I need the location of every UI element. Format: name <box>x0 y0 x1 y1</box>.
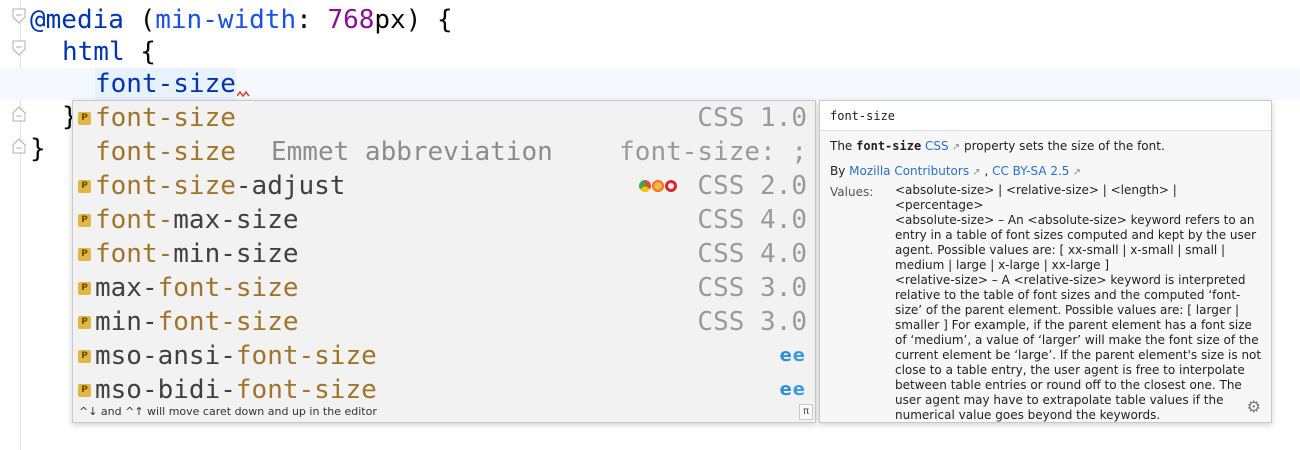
external-link-icon: ↗ <box>1069 167 1081 178</box>
completion-item-label: min-font-size <box>95 307 299 337</box>
media-feature: min-width <box>155 5 297 35</box>
completion-item-type: CSS 2.0 <box>697 171 807 201</box>
external-link-icon: ↗ <box>969 167 981 178</box>
completion-item[interactable]: font-size Emmet abbreviation font-size: ; <box>73 135 815 169</box>
selector: html <box>62 37 125 67</box>
media-value-number: 768 <box>327 5 375 35</box>
documentation-popup: font-size The font-size CSS ↗ property s… <box>819 100 1272 423</box>
ie-icon: e <box>779 345 792 366</box>
completion-item-type: CSS 3.0 <box>697 307 807 337</box>
completion-item-label: font-size-adjust <box>95 171 346 201</box>
css-link[interactable]: CSS <box>925 139 949 153</box>
at-rule-keyword: @media <box>30 5 124 35</box>
completion-hint: ^↓ and ^↑ will move caret down and up in… <box>73 402 815 422</box>
completion-item-type: CSS 3.0 <box>697 273 807 303</box>
error-squiggle <box>237 90 250 98</box>
completion-item-label: font-size <box>95 137 236 167</box>
completion-item-label: font-size <box>95 103 236 133</box>
property-badge-icon: P <box>78 248 91 261</box>
values-syntax: <absolute-size> | <relative-size> | <len… <box>895 183 1177 212</box>
completion-item-label: font-max-size <box>95 205 299 235</box>
completion-item[interactable]: Pmso-ansi-font-size e e <box>73 339 815 373</box>
completion-item[interactable]: Pmax-font-size CSS 3.0 <box>73 271 815 305</box>
completion-item-type: CSS 1.0 <box>697 103 807 133</box>
completion-item-type: font-size: ; <box>619 137 807 167</box>
code-line-media: @media (min-width: 768px) { <box>30 5 453 35</box>
completion-item-description: Emmet abbreviation <box>271 137 553 167</box>
property-badge-icon: P <box>78 180 91 193</box>
values-relative-size: <relative-size> – A <relative-size> keyw… <box>895 273 1262 422</box>
browser-support <box>639 169 677 203</box>
completion-item-type: CSS 4.0 <box>697 205 807 235</box>
property-badge-icon: P <box>78 384 91 397</box>
edge-icon: e <box>792 345 805 366</box>
doc-attribution: By Mozilla Contributors ↗ , CC BY-SA 2.5… <box>830 164 1081 178</box>
typed-property[interactable]: font-size <box>95 68 236 100</box>
completion-item[interactable]: Pmin-font-size CSS 3.0 <box>73 305 815 339</box>
completion-popup[interactable]: Pfont-size CSS 1.0 font-size Emmet abbrevia… <box>72 100 816 423</box>
completion-item-label: max-font-size <box>95 273 299 303</box>
chrome-icon <box>639 180 651 192</box>
opera-icon <box>665 180 677 192</box>
property-badge-icon: P <box>78 112 91 125</box>
doc-property-name: font-size <box>856 139 922 153</box>
doc-description: The font-size CSS ↗ property sets the si… <box>830 139 1165 153</box>
property-badge-icon: P <box>78 282 91 295</box>
license-link[interactable]: CC BY-SA 2.5 <box>992 164 1069 178</box>
values-absolute-size: <absolute-size> – An <absolute-size> key… <box>895 213 1257 272</box>
values-label: Values: <box>830 185 874 199</box>
completion-item-label: mso-ansi-font-size <box>95 341 377 371</box>
property-badge-icon: P <box>78 316 91 329</box>
doc-title: font-size <box>820 101 1271 131</box>
browser-support: ee <box>780 339 805 373</box>
gear-icon[interactable]: ⚙ <box>1247 397 1261 416</box>
property-badge-icon: P <box>78 214 91 227</box>
pi-button[interactable]: π <box>799 404 813 420</box>
completion-item[interactable]: Pfont-max-size CSS 4.0 <box>73 203 815 237</box>
completion-item[interactable]: Pfont-size-adjust CSS 2.0 <box>73 169 815 203</box>
mozilla-contributors-link[interactable]: Mozilla Contributors <box>849 164 969 178</box>
completion-item-label: font-min-size <box>95 239 299 269</box>
property-badge-icon: P <box>78 350 91 363</box>
code-line-current: font-size <box>0 68 1300 100</box>
firefox-icon <box>652 180 664 192</box>
completion-item[interactable]: Pfont-min-size CSS 4.0 <box>73 237 815 271</box>
completion-item[interactable]: Pfont-size CSS 1.0 <box>73 101 815 135</box>
completion-item-type: CSS 4.0 <box>697 239 807 269</box>
external-link-icon: ↗ <box>948 142 961 153</box>
code-line-selector: html { <box>62 37 156 67</box>
values-content: <absolute-size> | <relative-size> | <len… <box>895 183 1263 423</box>
